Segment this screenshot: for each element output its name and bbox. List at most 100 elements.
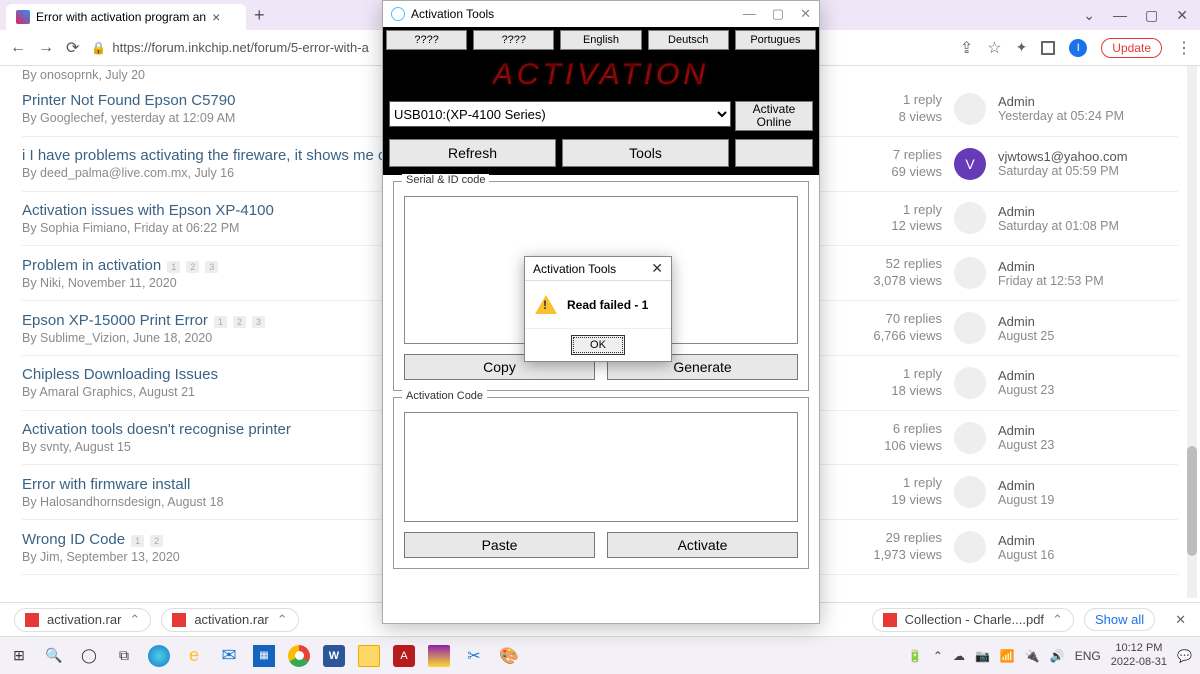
paste-button[interactable]: Paste xyxy=(404,532,595,558)
page-badge[interactable]: 2 xyxy=(233,316,246,328)
lang-button-deutsch[interactable]: Deutsch xyxy=(648,30,729,50)
avatar[interactable] xyxy=(954,422,986,454)
lang-button-2[interactable]: ???? xyxy=(473,30,554,50)
window-controls: ⌄ ― ▢ ✕ xyxy=(1083,7,1194,24)
chevron-up-icon[interactable]: ⌃ xyxy=(129,612,140,628)
edge-icon[interactable] xyxy=(148,645,170,667)
word-icon[interactable]: W xyxy=(323,645,345,667)
ie-icon[interactable]: e xyxy=(183,645,205,667)
ok-button[interactable]: OK xyxy=(571,335,625,355)
chevron-down-icon[interactable]: ⌄ xyxy=(1083,7,1095,24)
maximize-icon[interactable]: ▢ xyxy=(1145,7,1158,24)
page-badge[interactable]: 3 xyxy=(205,261,218,273)
battery-icon[interactable]: 🔋 xyxy=(908,649,923,663)
thread-stats: 52 replies3,078 views xyxy=(842,256,942,290)
power-icon[interactable]: 🔌 xyxy=(1025,649,1040,663)
device-select[interactable]: USB010:(XP-4100 Series) xyxy=(389,101,731,127)
mail-icon[interactable]: ✉ xyxy=(218,645,240,667)
dialog-message: Read failed - 1 xyxy=(567,298,648,312)
minimize-icon[interactable]: ― xyxy=(1113,7,1127,23)
calculator-icon[interactable]: ▦ xyxy=(253,645,275,667)
reload-button[interactable]: ⟳ xyxy=(66,38,79,58)
volume-icon[interactable]: 🔊 xyxy=(1050,649,1065,663)
activate-online-button[interactable]: Activate Online xyxy=(735,101,813,131)
start-button[interactable]: ⊞ xyxy=(8,645,30,667)
bookmark-icon[interactable]: ☆ xyxy=(987,38,1001,58)
page-badge[interactable]: 1 xyxy=(167,261,180,273)
activate-button[interactable]: Activate xyxy=(607,532,798,558)
extensions-icon[interactable]: ✦ xyxy=(1016,39,1028,56)
lang-button-portugues[interactable]: Portugues xyxy=(735,30,816,50)
app-minimize-icon[interactable]: ― xyxy=(743,6,756,22)
tray-chevron-icon[interactable]: ⌃ xyxy=(933,649,943,663)
snip-icon[interactable]: ✂ xyxy=(463,645,485,667)
profile-avatar[interactable]: I xyxy=(1069,39,1087,57)
back-button[interactable]: ← xyxy=(10,39,26,57)
tab-title: Error with activation program an xyxy=(36,10,206,24)
activation-code-textbox[interactable] xyxy=(404,412,798,522)
clock[interactable]: 10:12 PM 2022-08-31 xyxy=(1111,642,1167,668)
download-item[interactable]: activation.rar ⌃ xyxy=(14,608,151,632)
lang-button-1[interactable]: ???? xyxy=(386,30,467,50)
download-filename: Collection - Charle....pdf xyxy=(905,612,1044,627)
cortana-icon[interactable]: ◯ xyxy=(78,645,100,667)
avatar[interactable] xyxy=(954,476,986,508)
file-explorer-icon[interactable] xyxy=(358,645,380,667)
lang-button-english[interactable]: English xyxy=(560,30,641,50)
winrar-icon[interactable] xyxy=(428,645,450,667)
dialog-close-icon[interactable]: ✕ xyxy=(651,260,663,277)
meet-now-icon[interactable]: 📷 xyxy=(975,649,990,663)
thread-stats: 1 reply12 views xyxy=(842,202,942,236)
update-button[interactable]: Update xyxy=(1101,38,1162,58)
chevron-up-icon[interactable]: ⌃ xyxy=(277,612,288,628)
page-scrollbar[interactable] xyxy=(1187,66,1197,598)
blank-button[interactable] xyxy=(735,139,813,167)
page-badge[interactable]: 2 xyxy=(150,535,163,547)
avatar[interactable] xyxy=(954,257,986,289)
avatar[interactable] xyxy=(954,202,986,234)
avatar[interactable] xyxy=(954,312,986,344)
tab-close-icon[interactable]: × xyxy=(212,9,220,25)
forward-button[interactable]: → xyxy=(38,39,54,57)
avatar[interactable] xyxy=(954,531,986,563)
avatar[interactable]: V xyxy=(954,148,986,180)
taskview-icon[interactable]: ⧉ xyxy=(113,645,135,667)
page-badge[interactable]: 2 xyxy=(186,261,199,273)
system-tray: 🔋 ⌃ ☁ 📷 📶 🔌 🔊 ENG 10:12 PM 2022-08-31 💬 xyxy=(908,642,1192,668)
dialog-titlebar[interactable]: Activation Tools ✕ xyxy=(525,257,671,281)
download-item[interactable]: Collection - Charle....pdf ⌃ xyxy=(872,608,1074,632)
download-filename: activation.rar xyxy=(47,612,121,627)
tools-button[interactable]: Tools xyxy=(562,139,729,167)
app-titlebar[interactable]: Activation Tools ― ▢ ✕ xyxy=(383,1,819,27)
chevron-up-icon[interactable]: ⌃ xyxy=(1052,612,1063,628)
acrobat-icon[interactable]: A xyxy=(393,645,415,667)
download-item[interactable]: activation.rar ⌃ xyxy=(161,608,298,632)
thread-lastpost: AdminAugust 25 xyxy=(998,314,1054,343)
menu-icon[interactable]: ⋮ xyxy=(1176,38,1190,58)
notifications-icon[interactable]: 💬 xyxy=(1177,649,1192,663)
scroll-thumb[interactable] xyxy=(1187,446,1197,556)
close-icon[interactable]: ✕ xyxy=(1176,7,1188,24)
show-all-button[interactable]: Show all xyxy=(1084,608,1155,631)
language-indicator[interactable]: ENG xyxy=(1075,649,1101,663)
page-badge[interactable]: 3 xyxy=(252,316,265,328)
page-badge[interactable]: 1 xyxy=(131,535,144,547)
app-maximize-icon[interactable]: ▢ xyxy=(772,6,784,22)
refresh-button[interactable]: Refresh xyxy=(389,139,556,167)
sidepanel-icon[interactable] xyxy=(1041,41,1055,55)
avatar[interactable] xyxy=(954,93,986,125)
paint-icon[interactable]: 🎨 xyxy=(498,645,520,667)
new-tab-button[interactable]: + xyxy=(254,5,265,26)
browser-tab[interactable]: Error with activation program an × xyxy=(6,4,246,30)
share-icon[interactable]: ⇪ xyxy=(960,38,973,58)
dialog-title: Activation Tools xyxy=(533,262,616,276)
chrome-icon[interactable] xyxy=(288,645,310,667)
close-shelf-icon[interactable]: ✕ xyxy=(1175,612,1186,628)
wifi-icon[interactable]: 📶 xyxy=(1000,649,1015,663)
app-close-icon[interactable]: ✕ xyxy=(800,6,811,22)
thread-lastpost: AdminAugust 23 xyxy=(998,368,1054,397)
onedrive-icon[interactable]: ☁ xyxy=(953,649,965,663)
page-badge[interactable]: 1 xyxy=(214,316,227,328)
search-icon[interactable]: 🔍 xyxy=(43,645,65,667)
avatar[interactable] xyxy=(954,367,986,399)
